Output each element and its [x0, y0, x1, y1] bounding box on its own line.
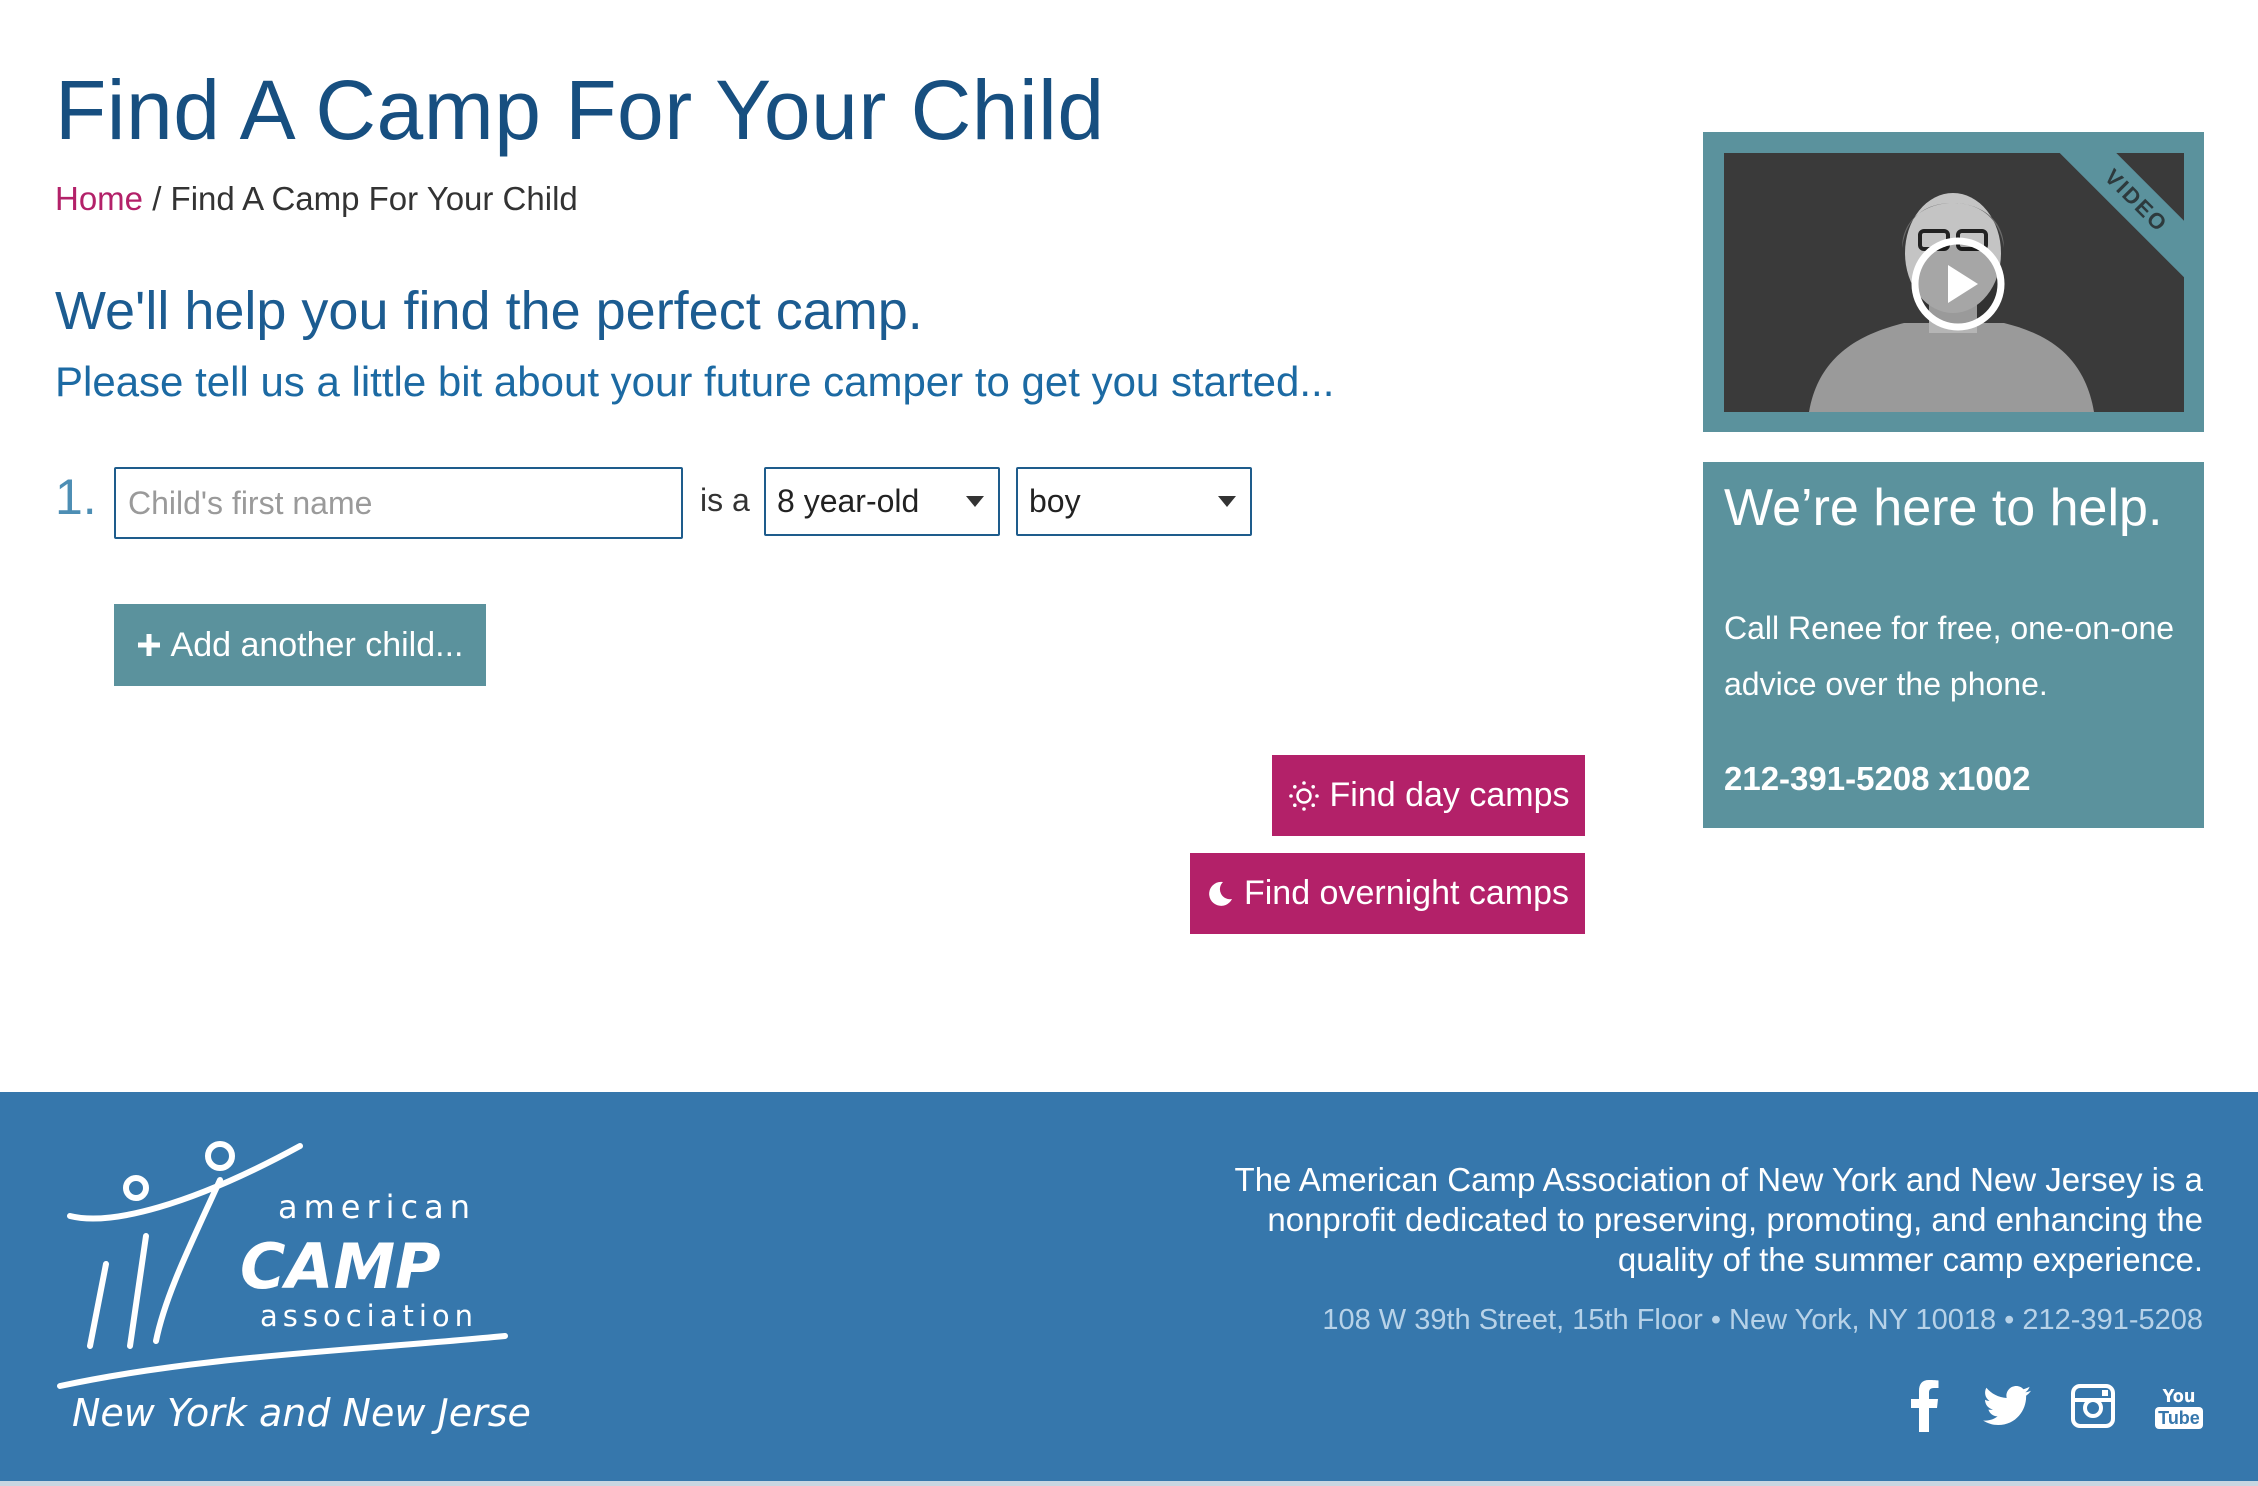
logo-region-text: New York and New Jersey: [72, 1391, 530, 1435]
find-overnight-camps-button[interactable]: Find overnight camps: [1190, 853, 1585, 934]
sun-icon: [1288, 780, 1320, 812]
child-first-name-input[interactable]: [114, 467, 683, 539]
footer: american CAMP association New York and N…: [0, 1092, 2258, 1486]
page-title: Find A Camp For Your Child: [55, 63, 1105, 157]
help-phone-number[interactable]: 212-391-5208 x1002: [1724, 760, 2030, 798]
help-card: We’re here to help. Call Renee for free,…: [1703, 462, 2204, 828]
youtube-icon[interactable]: You Tube: [2155, 1378, 2203, 1438]
gender-select-value: boy: [1029, 483, 1081, 519]
plus-icon: [137, 633, 161, 657]
add-another-child-label: Add another child...: [170, 625, 464, 664]
play-icon[interactable]: [1910, 236, 2006, 337]
video-card[interactable]: VIDEO: [1703, 132, 2204, 432]
aca-logo[interactable]: american CAMP association New York and N…: [50, 1136, 554, 1441]
breadcrumb-home-link[interactable]: Home: [55, 180, 143, 217]
age-select[interactable]: 8 year-old: [764, 467, 1000, 536]
logo-association-text: association: [260, 1299, 478, 1333]
breadcrumb: Home / Find A Camp For Your Child: [55, 180, 578, 218]
find-overnight-camps-label: Find overnight camps: [1243, 874, 1570, 912]
find-day-camps-button[interactable]: Find day camps: [1272, 755, 1585, 836]
caret-down-icon: [966, 496, 984, 507]
twitter-icon[interactable]: [1982, 1378, 2032, 1434]
footer-address: 108 W 39th Street, 15th Floor • New York…: [1322, 1304, 2203, 1336]
footer-description: The American Camp Association of New Yor…: [1234, 1161, 2203, 1278]
intro-subheading: Please tell us a little bit about your f…: [55, 358, 1335, 405]
youtube-tube-text: Tube: [2155, 1407, 2203, 1429]
add-another-child-button[interactable]: Add another child...: [114, 604, 486, 686]
breadcrumb-current: Find A Camp For Your Child: [170, 180, 578, 217]
footer-bottom-bar: [0, 1481, 2258, 1486]
breadcrumb-separator: /: [143, 180, 171, 217]
child-row-number: 1.: [55, 469, 97, 525]
age-select-value: 8 year-old: [777, 483, 920, 519]
youtube-you-text: You: [2162, 1386, 2196, 1407]
video-thumbnail[interactable]: VIDEO: [1724, 153, 2184, 412]
moon-icon: [1206, 880, 1234, 908]
is-a-label: is a: [700, 482, 750, 518]
intro-heading: We'll help you find the perfect camp.: [55, 281, 923, 341]
facebook-icon[interactable]: [1905, 1378, 1945, 1434]
help-title: We’re here to help.: [1724, 479, 2163, 537]
gender-select[interactable]: boy: [1016, 467, 1252, 536]
instagram-icon[interactable]: [2070, 1378, 2116, 1434]
find-day-camps-label: Find day camps: [1329, 776, 1570, 814]
help-text: Call Renee for free, one-on-one advice o…: [1724, 610, 2175, 702]
caret-down-icon: [1218, 496, 1236, 507]
logo-camp-text: CAMP: [240, 1230, 441, 1303]
logo-american-text: american: [278, 1188, 476, 1226]
